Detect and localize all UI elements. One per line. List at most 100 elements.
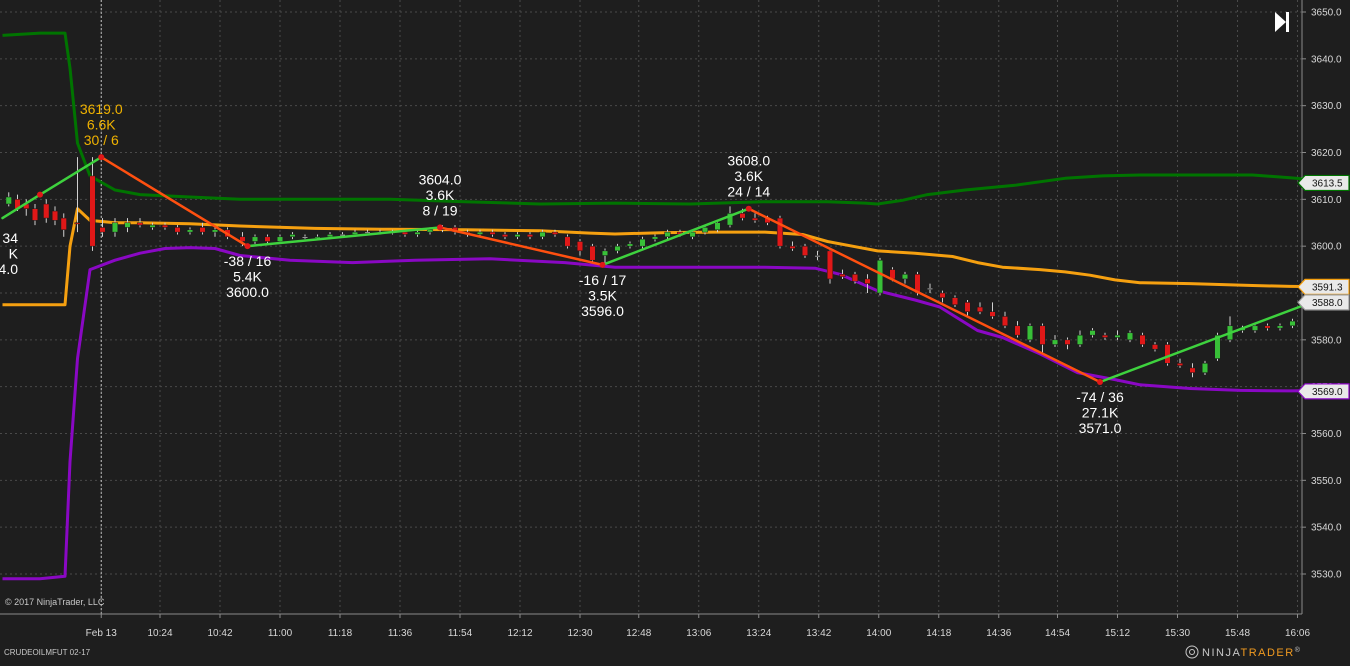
y-tick-label: 3560.0 (1311, 429, 1342, 440)
annotation-line: -38 / 16 (224, 253, 272, 269)
candle-body (1265, 326, 1271, 328)
candle (1140, 333, 1146, 347)
annotation-line: 4.0 (0, 261, 18, 277)
x-tick-label: 16:06 (1285, 628, 1310, 639)
copyright-text: © 2017 NinjaTrader, LLC (5, 597, 105, 607)
candle-body (1165, 345, 1171, 364)
x-tick-label: 12:30 (567, 628, 592, 639)
candle-body (990, 312, 996, 317)
candle-body (802, 246, 808, 255)
price-marker-label: 3569.0 (1312, 387, 1343, 398)
candle-body (1290, 321, 1296, 326)
candle-body (1115, 335, 1121, 337)
candle-body (100, 227, 106, 232)
price-marker-label: 3588.0 (1312, 298, 1343, 309)
candle-body (852, 274, 858, 281)
annotation-line: -16 / 17 (579, 272, 627, 288)
candle-body (602, 251, 608, 256)
candle-body (952, 298, 958, 305)
play-skip-icon (1268, 8, 1294, 36)
candle-body (1090, 330, 1096, 335)
x-tick-label: 10:42 (207, 628, 232, 639)
ninjatrader-logo: NINJATRADER® (1186, 646, 1301, 659)
annotation-line: 3.6K (426, 187, 455, 203)
candle-body (977, 307, 983, 312)
candle-body (415, 232, 421, 234)
candle-body (302, 237, 308, 238)
candle-body (927, 288, 933, 289)
candle-body (827, 251, 833, 279)
candle-body (1015, 326, 1021, 335)
candle-body (940, 293, 946, 298)
x-tick-label: 15:48 (1225, 628, 1250, 639)
zigzag-pivot (37, 192, 43, 198)
candle-body (1052, 340, 1058, 345)
candle-body (175, 227, 181, 232)
annotation-line: -74 / 36 (1076, 389, 1124, 405)
candle-body (702, 227, 708, 232)
candle-body (43, 204, 49, 218)
candle-body (740, 213, 746, 218)
zigzag-pivot (98, 154, 104, 160)
candle-body (1177, 363, 1183, 365)
candle-body (1040, 326, 1046, 345)
annotation-line: 3619.0 (80, 101, 123, 117)
candle-body (212, 230, 218, 232)
x-tick-label: 12:12 (507, 628, 532, 639)
x-tick-label: 14:36 (986, 628, 1011, 639)
candle-body (577, 241, 583, 250)
candle-body (327, 234, 333, 236)
price-marker: 3613.5 (1298, 175, 1349, 190)
candle (1165, 342, 1171, 365)
candle (590, 244, 596, 263)
play-button[interactable] (1268, 8, 1294, 36)
candle-body (865, 279, 871, 284)
x-tick-label: 14:18 (926, 628, 951, 639)
annotation-line: 3600.0 (226, 284, 269, 300)
candle-body (290, 234, 296, 236)
candle-body (840, 274, 846, 276)
price-marker-label: 3591.3 (1312, 282, 1343, 293)
y-tick-label: 3650.0 (1311, 8, 1342, 19)
brand-mark: ® (1295, 646, 1302, 654)
candle-body (490, 232, 496, 234)
annotation-line: 3604.0 (419, 171, 462, 187)
annotation-line: 5.4K (233, 269, 262, 285)
candle-body (187, 230, 193, 232)
candle-body (715, 223, 721, 230)
brand-part1: NINJA (1202, 647, 1240, 659)
price-marker: 3591.3 (1298, 279, 1349, 294)
candle-body (1252, 326, 1258, 331)
y-tick-label: 3530.0 (1311, 570, 1342, 581)
candle-body (477, 232, 483, 234)
candle-body (277, 237, 283, 242)
candle-body (6, 197, 12, 204)
candle (1027, 323, 1033, 342)
brand-name: NINJATRADER® (1202, 646, 1301, 659)
price-chart[interactable]: 3619.06.6K30 / 63604.03.6K8 / 193608.03.… (0, 0, 1350, 661)
chart-canvas[interactable]: 3619.06.6K30 / 63604.03.6K8 / 193608.03.… (0, 0, 1350, 661)
candle-body (200, 227, 206, 232)
candle-body (965, 302, 971, 311)
candle-body (627, 244, 633, 246)
x-tick-label: 13:24 (746, 628, 771, 639)
annotation-line: 3608.0 (727, 153, 770, 169)
annotation-line: 30 / 6 (84, 132, 119, 148)
x-tick-label: 11:36 (388, 628, 413, 639)
candle-body (90, 176, 96, 246)
annotation-line: 3.6K (734, 168, 763, 184)
chart-background (0, 0, 1350, 661)
candle-body (690, 232, 696, 237)
candle-body (427, 230, 433, 232)
candle-body (150, 225, 156, 227)
candle-body (752, 218, 758, 220)
candle (802, 244, 808, 258)
candle-body (902, 274, 908, 279)
annotation-line: 8 / 19 (422, 202, 457, 218)
price-marker: 3588.0 (1298, 295, 1349, 310)
x-tick-label: 11:54 (448, 628, 473, 639)
candle-body (1065, 340, 1071, 345)
candle-body (1127, 333, 1133, 340)
zigzag-pivot (437, 224, 443, 230)
candle-body (52, 211, 58, 220)
